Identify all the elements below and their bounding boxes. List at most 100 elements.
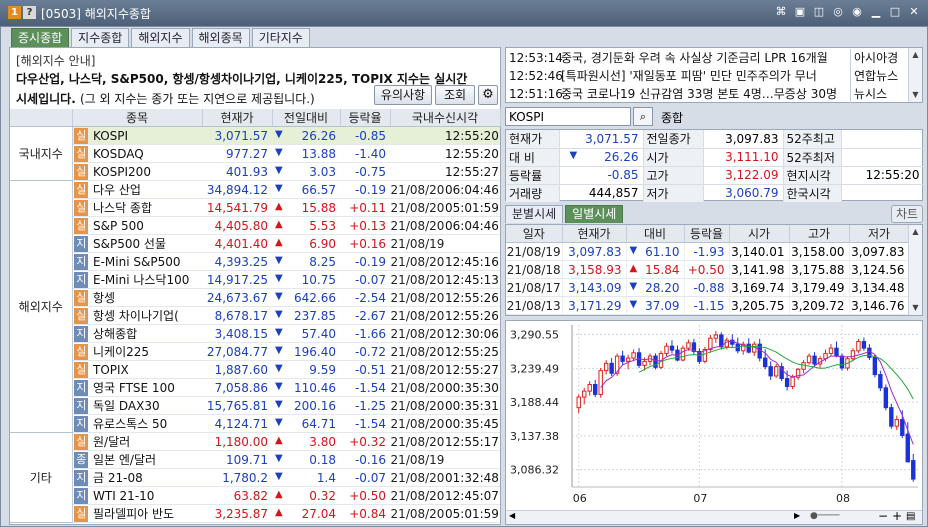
row-name[interactable]: 금 21-08 (90, 468, 202, 487)
tab-other-index[interactable]: 기타지수 (251, 28, 310, 47)
table-row[interactable]: 실 나스닥 종합 14,541.79 ▲ 15.88 +0.11 21/08/20 05:01… (10, 198, 500, 217)
layout-icon[interactable]: ▣ (792, 4, 808, 20)
chart-scrollbar[interactable]: ◀ ▶ ●──── − + ▤ (506, 509, 922, 524)
row-name[interactable]: 항셍 (90, 288, 202, 307)
row-name[interactable]: S&P500 선물 (90, 234, 202, 253)
daily-row[interactable]: 21/08/19 3,097.83 ▼ 61.10 -1.93 3,140.01 3,158… (506, 242, 910, 261)
news-item[interactable]: 12:52:46 [특파원시선] '재일동포 피땀' 민단 민주주의가 무너 연… (506, 67, 906, 85)
table-row[interactable]: 지 유로스톡스 50 4,124.71 ▼ 64.71 -1.54 21/08/20 00:3… (10, 414, 500, 433)
news-item[interactable]: 12:51:16 중국 코로나19 신규감염 33명 본토 4명…무증상 30명… (506, 85, 906, 103)
tab-minute-price[interactable]: 분별시세 (505, 205, 564, 223)
tab-daily-price[interactable]: 일별시세 (565, 205, 624, 223)
row-name[interactable]: E-Mini 나스닥100 (90, 270, 202, 289)
query-button[interactable]: 조회 (435, 85, 475, 105)
row-name[interactable]: 나스닥 종합 (90, 198, 202, 217)
table-row[interactable]: 실 KOSDAQ 977.27 ▼ 13.88 -1.40 12:55:20 (10, 144, 500, 163)
row-name[interactable]: 영국 FTSE 100 (90, 378, 202, 397)
settings-icon[interactable]: ◉ (849, 4, 865, 20)
caution-button[interactable]: 유의사항 (374, 85, 432, 105)
row-name[interactable]: TOPIX (90, 360, 202, 379)
row-name[interactable]: WTI 21-10 (90, 486, 202, 505)
scroll-down-icon[interactable]: ▼ (909, 301, 922, 315)
table-row[interactable]: 지 영국 FTSE 100 7,058.86 ▼ 110.46 -1.54 21/08/20… (10, 378, 500, 397)
daily-row[interactable]: 21/08/13 3,171.29 ▼ 37.09 -1.15 3,205.75 3,209… (506, 296, 910, 315)
window-number-badge[interactable]: 1 (8, 6, 21, 19)
news-headline[interactable]: 중국, 경기둔화 우려 속 사실상 기준금리 LPR 16개월 (561, 49, 848, 67)
table-row[interactable]: 실 니케이225 27,084.77 ▼ 196.40 -0.72 21/08/20 12:5… (10, 342, 500, 361)
row-name[interactable]: 일본 엔/달러 (90, 450, 202, 469)
row-name[interactable]: 원/달러 (90, 432, 202, 451)
tab-overseas-stock[interactable]: 해외종목 (191, 28, 250, 47)
table-row[interactable]: 지 S&P500 선물 4,401.40 ▲ 6.90 +0.16 21/08/19 (10, 234, 500, 253)
window-title: [0503] 해외지수종합 (41, 7, 151, 21)
scroll-right-icon[interactable]: ▶ (794, 511, 800, 520)
row-date: 21/08/20 (390, 198, 445, 217)
news-headline[interactable]: [특파원시선] '재일동포 피땀' 민단 민주주의가 무너 (561, 67, 848, 85)
scroll-up-icon[interactable]: ▲ (909, 225, 922, 239)
minimize-icon[interactable]: ▁ (868, 4, 884, 20)
table-row[interactable]: 실 필라델피아 반도 3,235.87 ▲ 27.04 +0.84 21/08/20 05:0… (10, 504, 500, 523)
table-row[interactable]: 실 KOSPI200 401.93 ▼ 3.03 -0.75 12:55:27 (10, 162, 500, 181)
tab-index-summary[interactable]: 지수종합 (71, 28, 130, 47)
table-row[interactable]: 지 WTI 21-10 63.82 ▲ 0.32 +0.50 21/08/20 12:45:0… (10, 486, 500, 505)
table-row[interactable]: 실 S&P 500 4,405.80 ▲ 5.53 +0.13 21/08/20 06:04:… (10, 216, 500, 235)
row-name[interactable]: 유로스톡스 50 (90, 414, 202, 433)
table-row[interactable]: 지 상해종합 3,408.15 ▼ 57.40 -1.66 21/08/20 12:30:06 (10, 324, 500, 343)
zoom-in-icon[interactable]: + (892, 509, 902, 523)
scroll-left-icon[interactable]: ◀ (509, 511, 515, 520)
help-icon[interactable]: ? (23, 6, 36, 19)
news-headline[interactable]: 중국 코로나19 신규감염 33명 본토 4명…무증상 30명 (561, 85, 848, 103)
header-time[interactable]: 국내수신시각 (390, 109, 501, 127)
row-name[interactable]: S&P 500 (90, 216, 202, 235)
row-name[interactable]: KOSPI (90, 126, 202, 145)
row-name[interactable]: 다우 산업 (90, 180, 202, 199)
header-name[interactable]: 종목 (72, 109, 203, 127)
daily-row[interactable]: 21/08/17 3,143.09 ▼ 28.20 -0.88 3,169.74 3,179… (506, 278, 910, 297)
row-name[interactable]: 필라델피아 반도 (90, 504, 202, 523)
header-change[interactable]: 전일대비 (272, 109, 341, 127)
table-row[interactable]: 실 TOPIX 1,887.60 ▼ 9.59 -0.51 21/08/20 12:55:27 (10, 360, 500, 379)
zoom-out-icon[interactable]: − (878, 509, 888, 523)
header-rate[interactable]: 등락율 (340, 109, 391, 127)
header-price[interactable]: 현재가 (202, 109, 273, 127)
table-row[interactable]: 실 항셍 24,673.67 ▼ 642.66 -2.54 21/08/20 12:55:26 (10, 288, 500, 307)
daily-scrollbar[interactable]: ▲ ▼ (908, 225, 922, 315)
camera-icon[interactable]: ◎ (830, 4, 846, 20)
scroll-down-icon[interactable]: ▼ (909, 88, 922, 102)
search-input[interactable] (505, 107, 631, 126)
zoom-slider[interactable]: ●──── (810, 511, 840, 521)
maximize-icon[interactable]: □ (887, 4, 903, 20)
table-row[interactable]: 기타 실 원/달러 1,180.00 ▲ 3.80 +0.32 21/08/20 12:55:1… (10, 432, 500, 523)
tab-market-summary[interactable]: 증시종합 (11, 28, 70, 47)
chart-settings-icon[interactable]: ▤ (906, 511, 915, 522)
table-row[interactable]: 지 E-Mini S&P500 4,393.25 ▼ 8.25 -0.19 21/08/20… (10, 252, 500, 271)
row-price: 977.27 (202, 144, 272, 163)
search-icon[interactable]: ⌕ (633, 107, 653, 126)
row-name[interactable]: E-Mini S&P500 (90, 252, 202, 271)
row-name[interactable]: 독일 DAX30 (90, 396, 202, 415)
gear-icon[interactable]: ⚙ (478, 85, 498, 105)
table-row[interactable]: 실 항셍 차이나기업(8,678.17 ▼ 237.85 -2.67 21/08/20 12… (10, 306, 500, 325)
table-row[interactable]: 종 일본 엔/달러 109.71 ▼ 0.18 -0.16 21/08/19 (10, 450, 500, 469)
news-item[interactable]: 12:53:14 중국, 경기둔화 우려 속 사실상 기준금리 LPR 16개월… (506, 49, 906, 67)
daily-row[interactable]: 21/08/18 3,158.93 ▲ 15.84 +0.50 3,141.98 3,175… (506, 260, 910, 279)
row-name[interactable]: 니케이225 (90, 342, 202, 361)
table-row[interactable]: 지 독일 DAX30 15,765.81 ▼ 200.16 -1.25 21/08/20 00… (10, 396, 500, 415)
x-tick-label: 08 (836, 492, 850, 505)
row-name[interactable]: KOSDAQ (90, 144, 202, 163)
news-scrollbar[interactable]: ▲ ▼ (908, 48, 922, 102)
news-time: 12:53:14 (509, 51, 563, 65)
close-icon[interactable]: ✕ (906, 4, 922, 20)
chart-button[interactable]: 차트 (891, 205, 923, 223)
table-row[interactable]: 지금 21-08 1,780.2 ▼ 1.4 -0.07 21/08/20 01:32:48 (10, 468, 500, 487)
table-row[interactable]: 해외지수 실 다우 산업 34,894.12 ▼ 66.57 -0.19 21/08/20 06… (10, 180, 500, 433)
row-name[interactable]: 상해종합 (90, 324, 202, 343)
link-icon[interactable]: ⌘ (773, 4, 789, 20)
row-name[interactable]: 항셍 차이나기업( (90, 306, 202, 325)
row-name[interactable]: KOSPI200 (90, 162, 202, 181)
tab-overseas-index[interactable]: 해외지수 (131, 28, 190, 47)
copy-icon[interactable]: ◫ (811, 4, 827, 20)
table-row[interactable]: 국내지수 실 KOSPI 3,071.57 ▼ 26.26 -0.85 12:55:20 (10, 126, 500, 181)
table-row[interactable]: 지 E-Mini 나스닥100 14,917.25 ▼ 10.75 -0.07 21/08/… (10, 270, 500, 289)
scroll-up-icon[interactable]: ▲ (909, 48, 922, 62)
